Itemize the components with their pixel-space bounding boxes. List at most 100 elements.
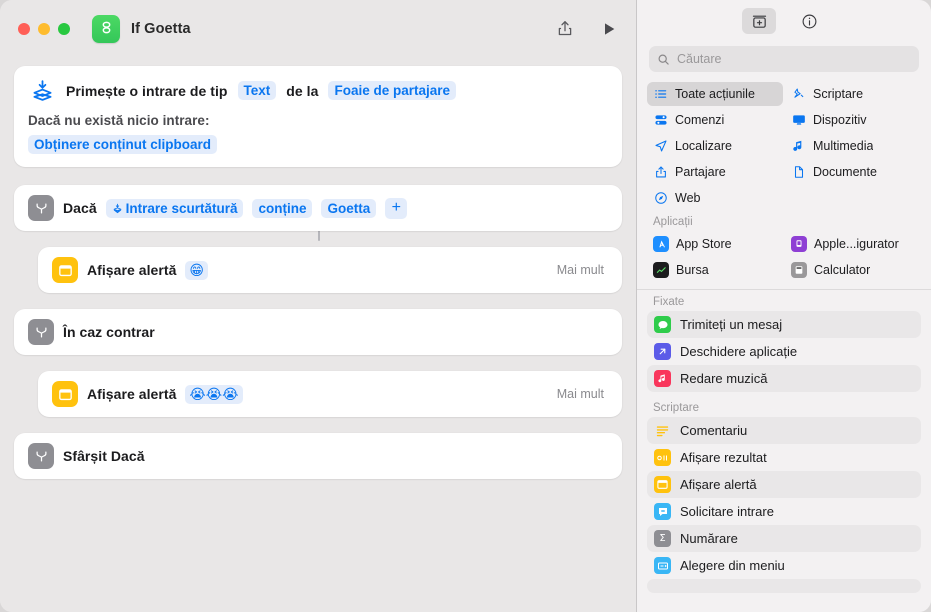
group-header-pinned: Fixate (647, 290, 921, 311)
titlebar-actions (554, 18, 620, 40)
action-if[interactable]: Dacă Intrare scurtătură conține Goetta + (14, 185, 622, 231)
token-alert-text[interactable]: 😁 (185, 261, 208, 280)
library-item-partial[interactable] (647, 579, 921, 593)
token-shortcut-input[interactable]: Intrare scurtătură (106, 199, 244, 218)
action-library-panel: Căutare Toate acțiunile Scriptare (636, 0, 931, 612)
token-input-source[interactable]: Foaie de partajare (328, 81, 456, 100)
branch-icon (28, 319, 54, 345)
device-icon (791, 113, 806, 127)
messages-icon (654, 316, 671, 333)
app-item-stocks[interactable]: Bursa (647, 257, 783, 283)
scripting-icon (791, 87, 806, 101)
group-header-scripting: Scriptare (647, 392, 921, 417)
library-item-send-message[interactable]: Trimiteți un mesaj (647, 311, 921, 338)
library-item-label: Afișare rezultat (680, 450, 767, 465)
category-label: Dispozitiv (813, 113, 867, 127)
show-result-icon (654, 449, 671, 466)
document-icon (791, 165, 806, 179)
category-media[interactable]: Multimedia (785, 134, 921, 158)
library-item-label: Deschidere aplicație (680, 344, 797, 359)
library-item-ask-input[interactable]: Solicitare intrare (647, 498, 921, 525)
apps-list[interactable]: App Store Apple...igurator Bursa (637, 231, 931, 289)
category-location[interactable]: Localizare (647, 134, 783, 158)
music-icon (654, 370, 671, 387)
action-show-alert[interactable]: Afișare alertă 😭😭😭 Mai mult (38, 371, 622, 417)
action-receive-input[interactable]: Primește o intrare de tip Text de la Foa… (14, 66, 622, 167)
action-label: Afișare alertă (87, 386, 176, 402)
show-alert-icon (654, 476, 671, 493)
location-icon (653, 139, 668, 153)
play-icon[interactable] (598, 18, 620, 40)
library-item-label: Comentariu (680, 423, 747, 438)
comment-icon (654, 422, 671, 439)
no-input-section: Dacă nu există nicio intrare: Obținere c… (28, 113, 608, 154)
apple-configurator-icon (791, 236, 807, 252)
traffic-lights[interactable] (18, 23, 70, 35)
shortcuts-icon (92, 15, 120, 43)
alert-icon (52, 381, 78, 407)
search-field[interactable]: Căutare (649, 46, 919, 72)
category-all-actions[interactable]: Toate acțiunile (647, 82, 783, 106)
category-label: Toate acțiunile (675, 87, 755, 101)
library-item-show-alert[interactable]: Afișare alertă (647, 471, 921, 498)
if-label: Dacă (63, 200, 97, 216)
library-item-open-app[interactable]: Deschidere aplicație (647, 338, 921, 365)
app-item-calculator[interactable]: Calculator (785, 257, 921, 283)
token-input-type[interactable]: Text (238, 81, 277, 100)
share-icon (653, 165, 668, 179)
library-item-comment[interactable]: Comentariu (647, 417, 921, 444)
token-no-input-action[interactable]: Obținere conținut clipboard (28, 135, 217, 154)
category-scripting[interactable]: Scriptare (785, 82, 921, 106)
safari-icon (653, 191, 668, 205)
action-otherwise[interactable]: În caz contrar (14, 309, 622, 355)
alert-icon (52, 257, 78, 283)
action-end-if[interactable]: Sfârșit Dacă (14, 433, 622, 479)
action-show-alert[interactable]: Afișare alertă 😁 Mai mult (38, 247, 622, 293)
app-label: Apple...igurator (814, 237, 899, 251)
calculator-icon (791, 262, 807, 278)
token-condition[interactable]: conține (252, 199, 312, 218)
open-app-icon (654, 343, 671, 360)
app-item-apple-configurator[interactable]: Apple...igurator (785, 231, 921, 257)
category-sharing[interactable]: Partajare (647, 160, 783, 184)
add-condition-button[interactable]: + (385, 198, 407, 219)
library-item-label: Alegere din meniu (680, 558, 785, 573)
close-button[interactable] (18, 23, 30, 35)
receive-input-icon (28, 78, 56, 103)
branch-icon (28, 443, 54, 469)
more-label[interactable]: Mai mult (557, 387, 608, 401)
info-icon[interactable] (792, 8, 826, 34)
title-bar: If Goetta (0, 0, 636, 57)
minimize-button[interactable] (38, 23, 50, 35)
action-label: În caz contrar (63, 324, 155, 340)
zoom-button[interactable] (58, 23, 70, 35)
category-device[interactable]: Dispozitiv (785, 108, 921, 132)
app-item-app-store[interactable]: App Store (647, 231, 783, 257)
library-item-play-music[interactable]: Redare muzică (647, 365, 921, 392)
category-label: Localizare (675, 139, 732, 153)
category-label: Partajare (675, 165, 726, 179)
stocks-icon (653, 262, 669, 278)
token-value[interactable]: Goetta (321, 199, 376, 218)
library-item-label: Solicitare intrare (680, 504, 774, 519)
library-item-count[interactable]: Σ Numărare (647, 525, 921, 552)
page-title: If Goetta (131, 21, 191, 37)
library-item-show-result[interactable]: Afișare rezultat (647, 444, 921, 471)
token-alert-text[interactable]: 😭😭😭 (185, 385, 242, 404)
library-item-choose-from-menu[interactable]: Alegere din meniu (647, 552, 921, 579)
category-grid: Toate acțiunile Scriptare Comenzi (637, 82, 931, 210)
group-header-apps: Aplicații (637, 210, 931, 231)
list-icon (653, 87, 668, 101)
category-documents[interactable]: Documente (785, 160, 921, 184)
choose-menu-icon (654, 557, 671, 574)
count-icon: Σ (654, 530, 671, 547)
music-note-icon (791, 139, 806, 153)
share-icon[interactable] (554, 18, 576, 40)
more-label[interactable]: Mai mult (557, 263, 608, 277)
library-item-label: Numărare (680, 531, 738, 546)
category-web[interactable]: Web (647, 186, 783, 210)
action-library-icon[interactable] (742, 8, 776, 34)
category-controls[interactable]: Comenzi (647, 108, 783, 132)
receive-input-small-icon (112, 203, 123, 214)
token-label: Intrare scurtătură (126, 201, 238, 216)
